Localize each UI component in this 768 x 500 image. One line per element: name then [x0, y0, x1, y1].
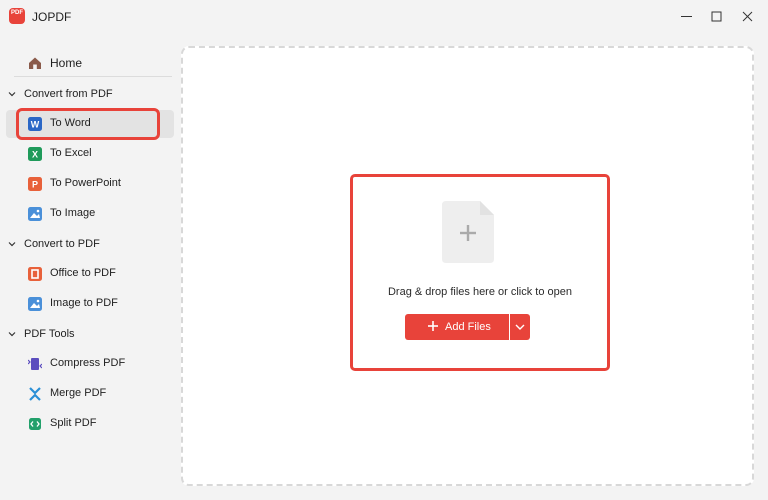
plus-icon [428, 321, 438, 331]
sidebar-item-label: To PowerPoint [50, 177, 121, 189]
sidebar-item-office-to-pdf[interactable]: Office to PDF [6, 260, 174, 288]
maximize-icon [711, 11, 722, 22]
sidebar-item-to-powerpoint[interactable]: P To PowerPoint [6, 170, 174, 198]
sidebar-item-label: Split PDF [50, 417, 97, 429]
group-convert-from-pdf[interactable]: Convert from PDF [0, 84, 170, 106]
drop-instruction-text[interactable]: Drag & drop files here or click to open [350, 286, 610, 298]
app-logo-icon: PDF [9, 8, 25, 24]
sidebar-item-label: To Excel [50, 147, 92, 159]
divider [14, 76, 172, 77]
group-label: Convert from PDF [24, 88, 113, 100]
file-add-icon[interactable] [440, 199, 496, 265]
add-files-label: Add Files [445, 321, 491, 333]
powerpoint-icon: P [28, 177, 42, 191]
compress-icon [28, 358, 42, 370]
sidebar-item-label: Home [50, 56, 83, 70]
office-icon [28, 267, 42, 281]
excel-icon: X [28, 147, 42, 161]
add-files-button[interactable]: Add Files [405, 314, 509, 340]
group-convert-to-pdf[interactable]: Convert to PDF [0, 234, 170, 256]
chevron-down-icon [8, 332, 16, 337]
split-icon [29, 418, 41, 430]
app-logo-text: PDF [11, 10, 23, 16]
minimize-icon [681, 16, 692, 17]
close-icon [742, 11, 753, 22]
sidebar-item-label: Image to PDF [50, 297, 118, 309]
home-icon [29, 57, 41, 69]
image-icon [28, 207, 42, 221]
sidebar-item-to-word[interactable]: W To Word [6, 110, 174, 138]
word-icon: W [28, 117, 42, 131]
sidebar-item-label: Office to PDF [50, 267, 116, 279]
sidebar: Home Convert from PDF W To Word X To Exc… [0, 40, 178, 500]
image-icon [28, 297, 42, 311]
svg-text:P: P [32, 180, 38, 190]
sidebar-item-label: To Image [50, 207, 96, 219]
add-files-dropdown-button[interactable] [510, 314, 530, 340]
sidebar-item-home[interactable]: Home [14, 50, 174, 76]
sidebar-item-merge-pdf[interactable]: Merge PDF [6, 380, 174, 408]
sidebar-item-label: Merge PDF [50, 387, 107, 399]
close-button[interactable] [729, 0, 765, 32]
sidebar-item-to-excel[interactable]: X To Excel [6, 140, 174, 168]
sidebar-item-to-image[interactable]: To Image [6, 200, 174, 228]
group-pdf-tools[interactable]: PDF Tools [0, 324, 170, 346]
app-title: JOPDF [32, 10, 72, 24]
svg-text:W: W [31, 120, 40, 130]
merge-icon [29, 387, 41, 401]
sidebar-item-label: To Word [50, 117, 91, 129]
sidebar-item-split-pdf[interactable]: Split PDF [6, 410, 174, 438]
chevron-down-icon [8, 92, 16, 97]
chevron-down-icon [8, 242, 16, 247]
group-label: Convert to PDF [24, 238, 100, 250]
sidebar-item-compress-pdf[interactable]: Compress PDF [6, 350, 174, 378]
chevron-down-icon [515, 324, 525, 330]
svg-text:X: X [32, 150, 38, 160]
sidebar-item-image-to-pdf[interactable]: Image to PDF [6, 290, 174, 318]
sidebar-item-label: Compress PDF [50, 357, 126, 369]
title-bar: PDF JOPDF [0, 0, 768, 32]
group-label: PDF Tools [24, 328, 75, 340]
